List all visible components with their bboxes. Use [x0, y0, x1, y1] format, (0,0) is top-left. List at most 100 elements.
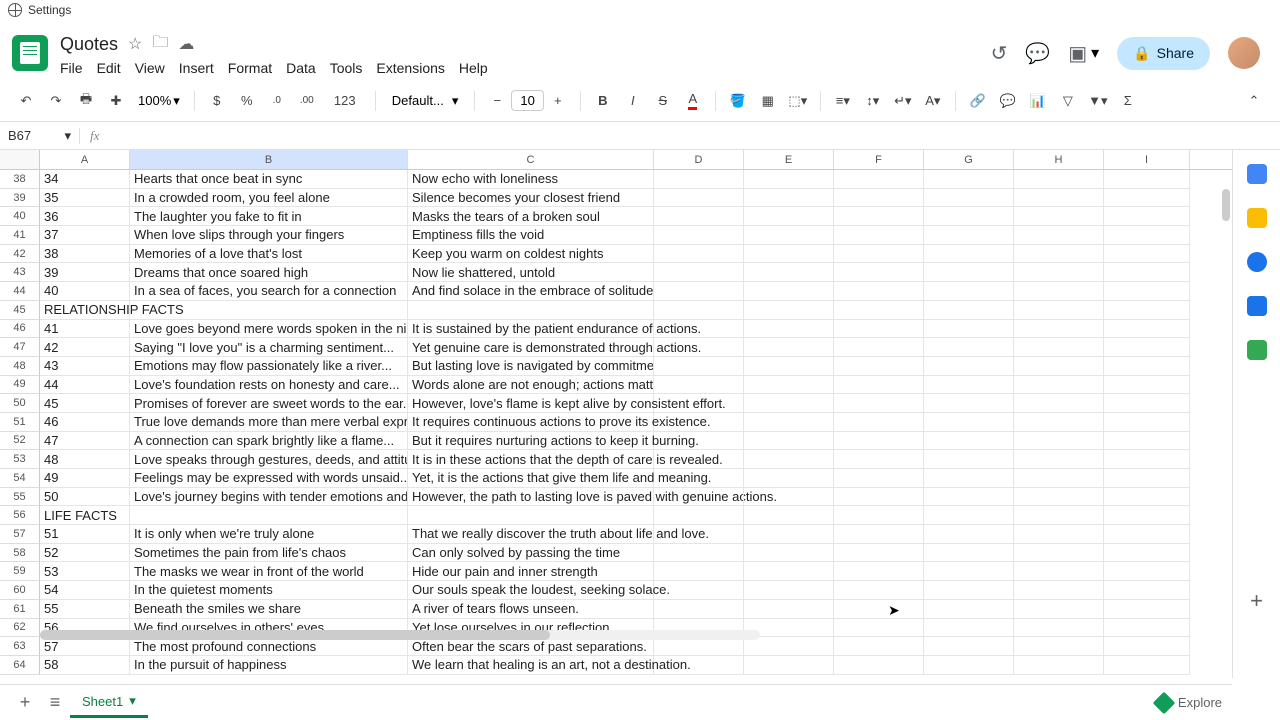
cell[interactable]: [924, 413, 1014, 432]
cell[interactable]: [1104, 600, 1190, 619]
avatar[interactable]: [1228, 37, 1260, 69]
row-header[interactable]: 51: [0, 413, 40, 432]
row-header[interactable]: 46: [0, 320, 40, 339]
cell[interactable]: [834, 245, 924, 264]
cell[interactable]: However, the path to lasting love is pav…: [408, 488, 654, 507]
cell[interactable]: In the pursuit of happiness: [130, 656, 408, 675]
cell[interactable]: [834, 413, 924, 432]
cell[interactable]: [744, 170, 834, 189]
row-header[interactable]: 52: [0, 432, 40, 451]
menu-help[interactable]: Help: [459, 60, 488, 76]
cell[interactable]: [744, 544, 834, 563]
comment-button[interactable]: 💬: [994, 87, 1022, 115]
cell[interactable]: [1104, 394, 1190, 413]
cell[interactable]: [1104, 581, 1190, 600]
cell[interactable]: [744, 189, 834, 208]
cell[interactable]: [924, 581, 1014, 600]
row-header[interactable]: 44: [0, 282, 40, 301]
cell[interactable]: [744, 432, 834, 451]
cell[interactable]: [654, 562, 744, 581]
cell[interactable]: [1104, 226, 1190, 245]
cell[interactable]: [654, 432, 744, 451]
cell[interactable]: [654, 450, 744, 469]
percent-button[interactable]: %: [233, 87, 261, 115]
cell[interactable]: And find solace in the embrace of solitu…: [408, 282, 654, 301]
menu-tools[interactable]: Tools: [330, 60, 363, 76]
decrease-font-button[interactable]: −: [483, 87, 511, 115]
cell[interactable]: It is in these actions that the depth of…: [408, 450, 654, 469]
cell[interactable]: [1014, 189, 1104, 208]
filter-button[interactable]: ▽: [1054, 87, 1082, 115]
cell[interactable]: [1104, 189, 1190, 208]
cell[interactable]: [834, 544, 924, 563]
sheet-tab[interactable]: Sheet1 ▾: [70, 687, 148, 718]
column-header-B[interactable]: B: [130, 150, 408, 169]
row-header[interactable]: 54: [0, 469, 40, 488]
cell[interactable]: [654, 263, 744, 282]
horizontal-scrollbar[interactable]: [40, 630, 760, 640]
cell[interactable]: [1104, 656, 1190, 675]
cell[interactable]: [1104, 263, 1190, 282]
cell[interactable]: [654, 376, 744, 395]
cell[interactable]: But it requires nurturing actions to kee…: [408, 432, 654, 451]
row-header[interactable]: 43: [0, 263, 40, 282]
menu-file[interactable]: File: [60, 60, 83, 76]
cell[interactable]: A connection can spark brightly like a f…: [130, 432, 408, 451]
browser-tab[interactable]: Settings: [0, 0, 1280, 20]
cell[interactable]: [1014, 170, 1104, 189]
cell[interactable]: [744, 263, 834, 282]
row-header[interactable]: 56: [0, 506, 40, 525]
cell[interactable]: Yet genuine care is demonstrated through…: [408, 338, 654, 357]
italic-button[interactable]: I: [619, 87, 647, 115]
cell[interactable]: [834, 450, 924, 469]
row-header[interactable]: 62: [0, 619, 40, 638]
merge-button[interactable]: ⬚▾: [784, 87, 812, 115]
cell[interactable]: 46: [40, 413, 130, 432]
cell[interactable]: Can only solved by passing the time: [408, 544, 654, 563]
column-header-A[interactable]: A: [40, 150, 130, 169]
row-header[interactable]: 53: [0, 450, 40, 469]
cell[interactable]: [744, 637, 834, 656]
cell[interactable]: [834, 432, 924, 451]
increase-decimal-button[interactable]: .00: [293, 87, 321, 115]
cell[interactable]: [1104, 525, 1190, 544]
cell[interactable]: [924, 600, 1014, 619]
cell[interactable]: [924, 245, 1014, 264]
row-header[interactable]: 48: [0, 357, 40, 376]
cell[interactable]: [1014, 245, 1104, 264]
cell[interactable]: [924, 488, 1014, 507]
cell[interactable]: [654, 656, 744, 675]
row-header[interactable]: 38: [0, 170, 40, 189]
cell[interactable]: [744, 376, 834, 395]
cell[interactable]: [924, 450, 1014, 469]
bold-button[interactable]: B: [589, 87, 617, 115]
calendar-icon[interactable]: [1247, 164, 1267, 184]
cell[interactable]: 50: [40, 488, 130, 507]
cell[interactable]: [744, 525, 834, 544]
cloud-icon[interactable]: ☁: [178, 34, 194, 54]
star-icon[interactable]: ☆: [128, 34, 142, 54]
cell[interactable]: [654, 226, 744, 245]
cell[interactable]: [654, 357, 744, 376]
filter-views-button[interactable]: ▼▾: [1084, 87, 1112, 115]
cell[interactable]: Emptiness fills the void: [408, 226, 654, 245]
cell[interactable]: [1014, 320, 1104, 339]
currency-button[interactable]: $: [203, 87, 231, 115]
menu-format[interactable]: Format: [228, 60, 272, 76]
cell[interactable]: Our souls speak the loudest, seeking sol…: [408, 581, 654, 600]
cell[interactable]: 47: [40, 432, 130, 451]
borders-button[interactable]: ▦: [754, 87, 782, 115]
cell[interactable]: [1104, 320, 1190, 339]
font-size-input[interactable]: 10: [511, 90, 543, 111]
column-header-H[interactable]: H: [1014, 150, 1104, 169]
document-title[interactable]: Quotes: [60, 34, 118, 55]
cell[interactable]: [1104, 506, 1190, 525]
cell[interactable]: 37: [40, 226, 130, 245]
cell[interactable]: [1014, 544, 1104, 563]
cell[interactable]: [744, 656, 834, 675]
cell[interactable]: [744, 301, 834, 320]
cell[interactable]: However, love's flame is kept alive by c…: [408, 394, 654, 413]
row-header[interactable]: 55: [0, 488, 40, 507]
row-header[interactable]: 50: [0, 394, 40, 413]
cell[interactable]: [834, 656, 924, 675]
